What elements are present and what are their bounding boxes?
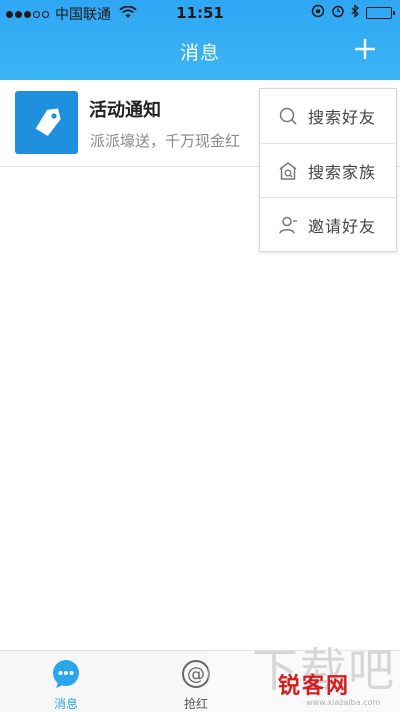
chat-bubble-icon bbox=[50, 658, 82, 690]
menu-pointer bbox=[349, 80, 365, 88]
menu-item-search-friends[interactable]: 搜索好友 bbox=[260, 89, 396, 143]
watermark-brand: 锐客网 bbox=[278, 674, 351, 699]
person-add-icon bbox=[277, 214, 299, 236]
svg-text:@: @ bbox=[187, 664, 205, 685]
tab-messages[interactable]: 消息 bbox=[26, 651, 106, 712]
plus-icon bbox=[355, 39, 375, 59]
add-button[interactable] bbox=[352, 36, 378, 62]
search-icon bbox=[277, 105, 299, 127]
menu-item-label: 搜索好友 bbox=[308, 108, 377, 127]
tab-label: 消息 bbox=[53, 697, 78, 711]
menu-item-search-family[interactable]: 搜索家族 bbox=[260, 143, 396, 197]
alarm-icon bbox=[331, 4, 345, 22]
menu-item-label: 搜索家族 bbox=[308, 162, 377, 182]
add-dropdown-menu: 搜索好友 搜索家族 邀请好友 bbox=[259, 88, 397, 252]
tag-icon bbox=[15, 91, 78, 154]
orientation-lock-icon bbox=[311, 4, 325, 22]
menu-item-label: 邀请好友 bbox=[308, 216, 377, 236]
status-bar: 中国联通 11:51 bbox=[0, 0, 400, 26]
watermark: 下载吧 锐客网 www.xiazaiba.com bbox=[208, 630, 400, 711]
message-title: 活动通知 bbox=[89, 100, 161, 121]
menu-item-invite-friends[interactable]: 邀请好友 bbox=[260, 197, 396, 251]
message-preview: 派派壕送，千万现金红 bbox=[90, 132, 241, 150]
battery-icon bbox=[366, 7, 395, 19]
bluetooth-icon bbox=[351, 4, 360, 22]
watermark-url: www.xiazaiba.com bbox=[306, 698, 381, 707]
house-search-icon bbox=[277, 160, 299, 182]
status-right bbox=[311, 4, 395, 22]
page-title: 消息 bbox=[179, 42, 220, 64]
